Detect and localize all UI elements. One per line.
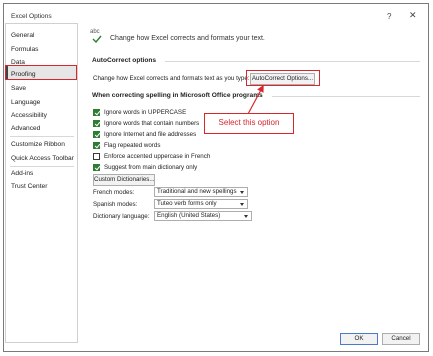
spelling-section-title: When correcting spelling in Microsoft Of… — [92, 92, 263, 99]
proofing-description: Change how Excel corrects and formats yo… — [110, 35, 265, 42]
autocorrect-highlight-box — [246, 70, 320, 86]
spanish-modes-value: Tuteo verb forms only — [157, 200, 217, 207]
sidebar-divider — [10, 136, 74, 137]
dropdown-arrow-icon — [240, 203, 244, 206]
sidebar-item-language[interactable]: Language — [11, 99, 40, 106]
sidebar-item-general[interactable]: General — [11, 32, 34, 39]
sidebar-item-formulas[interactable]: Formulas — [11, 46, 38, 53]
section-rule — [272, 96, 420, 97]
option-label: Flag repeated words — [104, 142, 161, 149]
sidebar-item-save[interactable]: Save — [11, 85, 26, 92]
french-modes-select[interactable]: Traditional and new spellings — [154, 187, 248, 197]
sidebar-divider — [10, 166, 74, 167]
checkbox[interactable] — [93, 164, 100, 171]
spanish-modes-label: Spanish modes: — [93, 201, 138, 208]
cancel-button[interactable]: Cancel — [382, 333, 420, 345]
sidebar-item-quick-access-toolbar[interactable]: Quick Access Toolbar — [11, 155, 74, 162]
checkbox[interactable] — [93, 109, 100, 116]
select-this-option-callout: Select this option — [204, 113, 294, 134]
dictionary-language-value: English (United States) — [157, 212, 221, 219]
section-rule — [165, 61, 420, 62]
sidebar-item-advanced[interactable]: Advanced — [11, 125, 40, 132]
option-label: Ignore words in UPPERCASE — [104, 109, 187, 116]
checkbox[interactable] — [93, 131, 100, 138]
option-label: Ignore words that contain numbers — [104, 120, 200, 127]
sidebar-item-accessibility[interactable]: Accessibility — [11, 112, 47, 119]
sidebar-item-add-ins[interactable]: Add-ins — [11, 170, 33, 177]
dictionary-language-label: Dictionary language: — [93, 213, 150, 220]
ok-button[interactable]: OK — [340, 333, 378, 345]
dropdown-arrow-icon — [240, 191, 244, 194]
french-modes-label: French modes: — [93, 189, 135, 196]
checkmark-icon — [92, 35, 102, 43]
autocorrect-label: Change how Excel corrects and formats te… — [93, 75, 250, 82]
help-icon[interactable]: ? — [387, 12, 391, 21]
sidebar-item-trust-center[interactable]: Trust Center — [11, 183, 47, 190]
autocorrect-section-title: AutoCorrect options — [92, 57, 157, 64]
dropdown-arrow-icon — [244, 215, 248, 218]
option-label: Suggest from main dictionary only — [104, 164, 198, 171]
spanish-modes-select[interactable]: Tuteo verb forms only — [154, 199, 248, 209]
proofing-highlight-box — [5, 65, 77, 80]
dialog-title: Excel Options — [11, 13, 52, 20]
option-label: Enforce accented uppercase in French — [104, 153, 211, 160]
custom-dictionaries-button[interactable]: Custom Dictionaries... — [93, 174, 155, 186]
option-label: Ignore Internet and file addresses — [104, 131, 197, 138]
abc-check-icon: abc — [90, 29, 106, 47]
close-icon[interactable]: ✕ — [409, 10, 417, 21]
sidebar-item-customize-ribbon[interactable]: Customize Ribbon — [11, 141, 65, 148]
dictionary-language-select[interactable]: English (United States) — [154, 211, 252, 221]
checkbox[interactable] — [93, 142, 100, 149]
checkbox[interactable] — [93, 153, 100, 160]
french-modes-value: Traditional and new spellings — [157, 188, 237, 195]
checkbox[interactable] — [93, 120, 100, 127]
